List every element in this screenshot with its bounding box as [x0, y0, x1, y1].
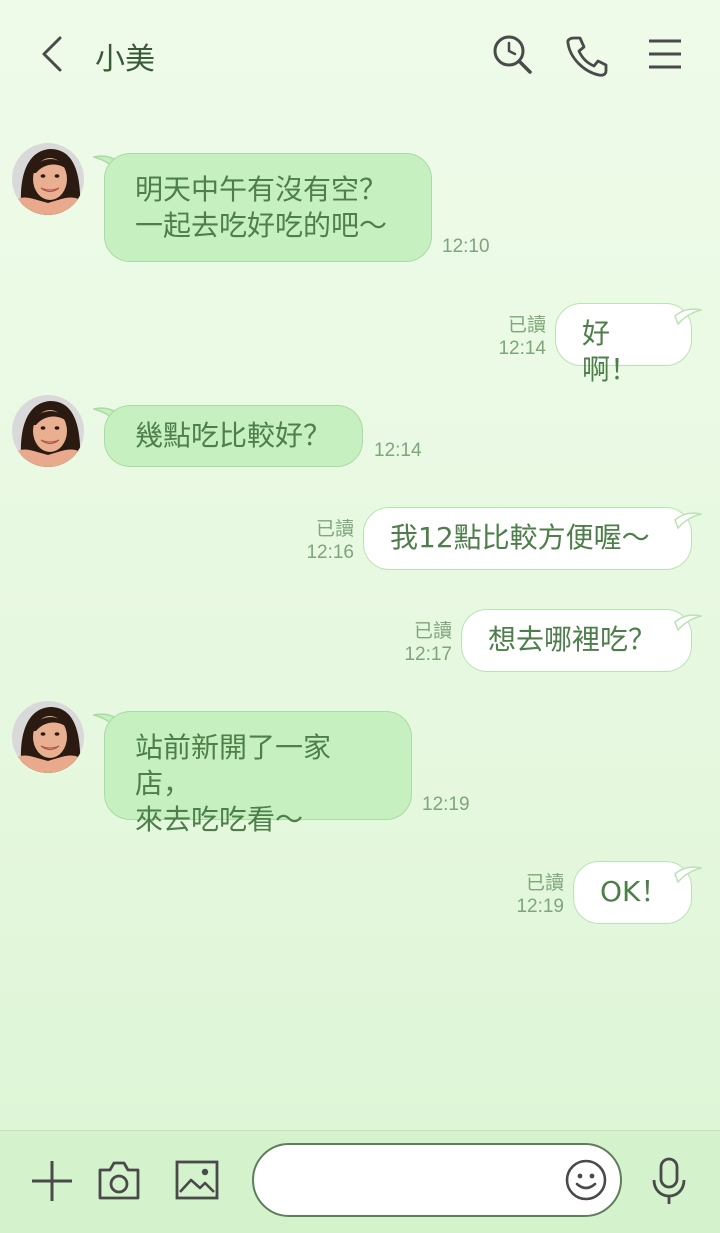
message-timestamp: 12:14: [498, 338, 546, 359]
search-icon[interactable]: [490, 30, 534, 78]
bubble-tail: [674, 308, 702, 325]
read-receipt: 已讀: [315, 518, 354, 540]
image-icon[interactable]: [174, 1158, 220, 1202]
message-text: OK！: [600, 875, 669, 908]
smiley-icon[interactable]: [564, 1158, 608, 1202]
bubble-tail: [674, 614, 702, 631]
message-input[interactable]: [278, 1163, 562, 1201]
message-timestamp: 12:16: [306, 542, 354, 563]
message-line: 來去吃吃看～: [135, 803, 304, 836]
contact-avatar[interactable]: [12, 395, 84, 467]
message-line: 明天中午有沒有空？: [135, 173, 388, 206]
microphone-icon[interactable]: [648, 1156, 690, 1206]
message-text: 想去哪裡吃？: [488, 623, 657, 656]
outgoing-message-bubble[interactable]: 想去哪裡吃？: [461, 609, 692, 672]
outgoing-message-bubble[interactable]: 我12點比較方便喔～: [363, 507, 692, 570]
camera-icon[interactable]: [96, 1158, 142, 1202]
incoming-message-bubble[interactable]: 幾點吃比較好？: [104, 405, 363, 467]
plus-icon[interactable]: [30, 1159, 74, 1203]
contact-avatar[interactable]: [12, 701, 84, 773]
message-timestamp: 12:17: [404, 644, 452, 665]
outgoing-message-bubble[interactable]: 好啊！: [555, 303, 692, 386]
read-receipt: 已讀: [507, 314, 546, 336]
message-text: 我12點比較方便喔～: [390, 521, 650, 554]
message-timestamp: 12:19: [422, 794, 470, 815]
message-text: 好啊！: [582, 317, 639, 386]
read-receipt: 已讀: [525, 872, 564, 894]
message-timestamp: 12:19: [516, 896, 564, 917]
chat-header: 小美: [0, 0, 720, 110]
incoming-message-bubble[interactable]: 站前新開了一家店， 來去吃吃看～: [104, 711, 412, 836]
read-receipt: 已讀: [413, 620, 452, 642]
bubble-tail: [674, 512, 702, 529]
bubble-tail: [674, 866, 702, 883]
message-line: 一起去吃好吃的吧～: [135, 209, 388, 242]
composer-bar: [0, 1130, 720, 1233]
message-timestamp: 12:10: [442, 236, 490, 257]
message-timestamp: 12:14: [374, 440, 422, 461]
back-chevron-icon[interactable]: [32, 32, 72, 76]
message-line: 站前新開了一家店，: [135, 731, 332, 800]
incoming-message-bubble[interactable]: 明天中午有沒有空？ 一起去吃好吃的吧～: [104, 153, 432, 262]
menu-icon[interactable]: [645, 30, 685, 78]
chat-title: 小美: [95, 42, 155, 77]
contact-avatar[interactable]: [12, 143, 84, 215]
message-line: 幾點吃比較好？: [135, 419, 332, 452]
phone-icon[interactable]: [564, 30, 608, 78]
